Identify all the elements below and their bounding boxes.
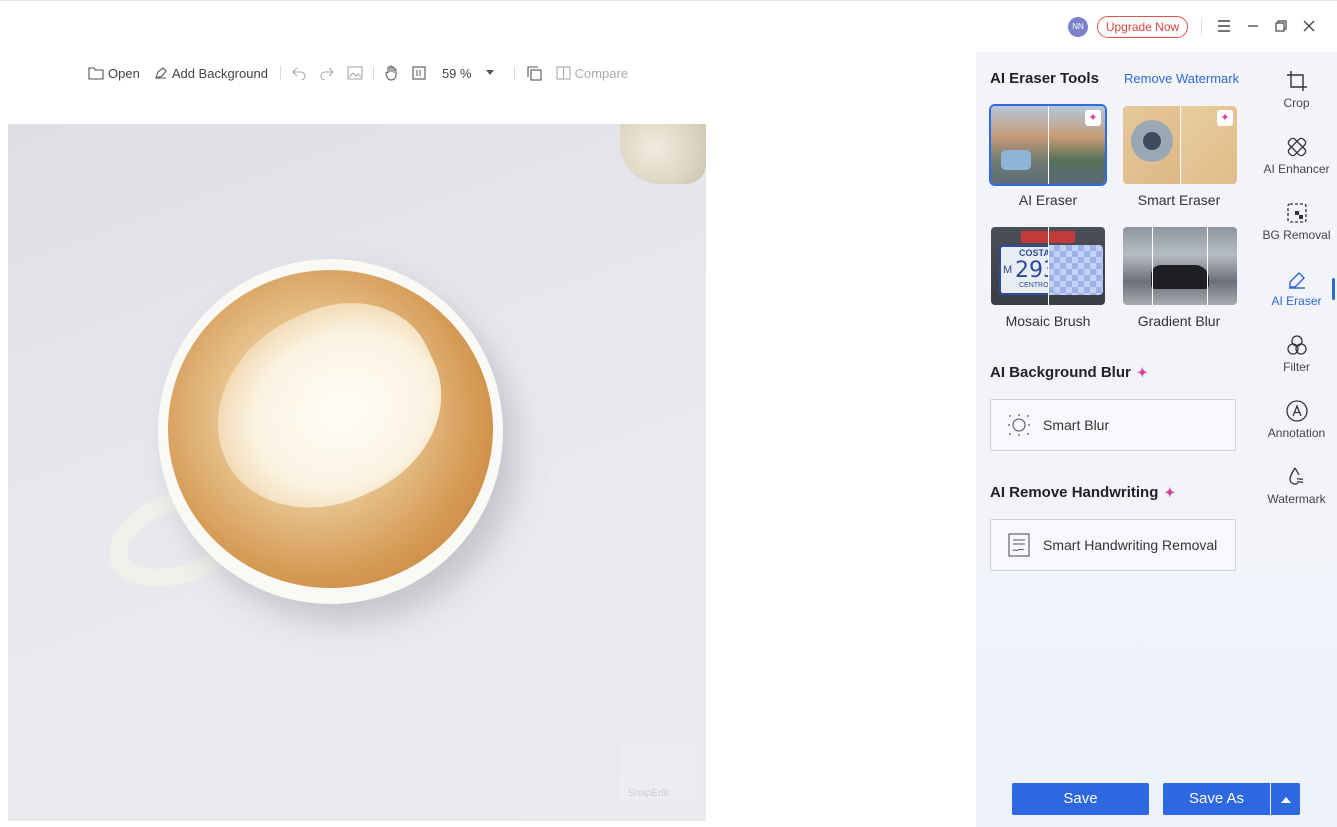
sparkle-badge-icon: ✦ (1085, 110, 1101, 126)
rail-item-label: AI Eraser (1271, 294, 1322, 308)
caret-up-icon (1280, 796, 1291, 803)
thumbnail-before (1123, 106, 1180, 184)
gradient-blur-label: Gradient Blur (1137, 313, 1221, 329)
rail-item-bg-removal[interactable]: BG Removal (1256, 196, 1337, 252)
add-background-label: Add Background (171, 65, 268, 81)
image-canvas[interactable]: SnapEdit (8, 124, 706, 821)
ai-remove-handwriting-text: AI Remove Handwriting (990, 484, 1159, 501)
filter-icon (1286, 335, 1307, 355)
open-label: Open (108, 65, 140, 81)
sparkle-icon: ✦ (1164, 485, 1176, 500)
ai-remove-handwriting-title: AI Remove Handwriting ✦ (990, 484, 1175, 501)
toolbar-divider (372, 66, 374, 80)
compare-label: Compare (574, 65, 629, 81)
ornament-decoration (620, 124, 706, 184)
rail-item-ai-enhancer[interactable]: AI Enhancer (1256, 130, 1337, 186)
blur-icon (1008, 414, 1030, 436)
thumbnail-before (991, 106, 1048, 184)
rail-item-watermark[interactable]: Watermark (1256, 460, 1337, 516)
rail-item-ai-eraser[interactable]: AI Eraser (1256, 262, 1337, 318)
plate-prefix: M (1003, 264, 1013, 276)
ai-eraser-label: AI Eraser (1018, 192, 1078, 208)
copy-icon[interactable] (527, 62, 542, 84)
mosaic-brush-label: Mosaic Brush (1005, 313, 1091, 329)
ai-eraser-card[interactable]: ✦ (989, 104, 1107, 186)
car-shape (1151, 265, 1209, 289)
menu-icon[interactable] (1214, 16, 1234, 36)
divider (1201, 19, 1202, 35)
undo-icon[interactable] (291, 62, 307, 84)
bg-removal-icon (1286, 203, 1307, 223)
split-line (1048, 227, 1049, 305)
rail-item-crop[interactable]: Crop (1256, 64, 1337, 120)
compare-button[interactable]: Compare (556, 62, 628, 84)
zoom-dropdown-icon[interactable] (485, 62, 494, 84)
avatar[interactable]: NN (1068, 17, 1088, 37)
rail-item-label: Watermark (1267, 492, 1326, 506)
gradient-blur-card[interactable] (1123, 227, 1237, 305)
watermark-text: SnapEdit (628, 788, 669, 799)
smart-blur-button[interactable]: Smart Blur (990, 399, 1236, 451)
enhancer-icon (1287, 137, 1306, 157)
folder-icon (88, 67, 104, 80)
plate-sub: CENTRO (1019, 282, 1049, 289)
hand-icon[interactable] (384, 62, 399, 84)
rail-item-label: Annotation (1267, 426, 1326, 440)
image-icon[interactable] (347, 62, 363, 84)
split-line (1180, 106, 1181, 184)
split-line (1048, 106, 1049, 184)
split-line (1152, 227, 1153, 305)
toolbar-divider (279, 66, 281, 80)
zoom-value[interactable]: 59 % (442, 66, 472, 81)
compare-icon (556, 66, 571, 80)
smart-eraser-card[interactable]: ✦ (1123, 106, 1237, 184)
restore-icon[interactable] (1271, 16, 1291, 36)
crop-icon (1286, 71, 1307, 91)
remove-watermark-link[interactable]: Remove Watermark (1124, 71, 1239, 86)
plate-country: COSTA (1019, 248, 1050, 258)
open-button[interactable]: Open (88, 62, 140, 84)
add-background-button[interactable]: Add Background (153, 62, 268, 84)
watermark-icon (1288, 467, 1303, 485)
document-icon (1008, 533, 1030, 557)
smart-eraser-label: Smart Eraser (1137, 192, 1221, 208)
eraser-icon (1288, 272, 1305, 289)
rail-item-filter[interactable]: Filter (1256, 328, 1337, 384)
editor-toolbar: Open Add Background 59 % Compare (88, 62, 628, 84)
minimize-icon[interactable] (1243, 16, 1263, 36)
close-icon[interactable] (1299, 16, 1319, 36)
rail-item-label: Filter (1283, 360, 1310, 374)
save-as-dropdown-button[interactable] (1271, 783, 1300, 815)
toolbar-divider (513, 66, 515, 80)
mosaic-brush-card[interactable]: COSTA M 293 CENTRO (991, 227, 1105, 305)
background-icon (154, 66, 167, 79)
fit-icon[interactable] (412, 62, 426, 84)
save-button[interactable]: Save (1012, 783, 1149, 815)
redo-icon[interactable] (319, 62, 335, 84)
sparkle-icon: ✦ (1136, 365, 1148, 380)
title-bar: NN Upgrade Now (0, 0, 1337, 52)
mosaic-overlay (1048, 245, 1103, 295)
save-as-button[interactable]: Save As (1163, 783, 1270, 815)
rail-item-annotation[interactable]: Annotation (1256, 394, 1337, 450)
smart-handwriting-removal-button[interactable]: Smart Handwriting Removal (990, 519, 1236, 571)
ai-eraser-tools-title: AI Eraser Tools (990, 70, 1099, 87)
rail-item-label: BG Removal (1262, 228, 1331, 242)
active-rail-indicator (1332, 278, 1335, 300)
smart-handwriting-removal-label: Smart Handwriting Removal (1043, 537, 1218, 553)
ai-background-blur-title: AI Background Blur ✦ (990, 364, 1148, 381)
split-line (1207, 227, 1208, 305)
top-border (0, 0, 1337, 1)
ai-background-blur-text: AI Background Blur (990, 364, 1131, 381)
rail-item-label: AI Enhancer (1263, 162, 1330, 176)
sparkle-badge-icon: ✦ (1217, 110, 1233, 126)
upgrade-now-button[interactable]: Upgrade Now (1097, 16, 1188, 38)
rail-item-label: Crop (1283, 96, 1310, 110)
smart-blur-label: Smart Blur (1043, 417, 1110, 433)
annotation-icon (1285, 400, 1308, 422)
